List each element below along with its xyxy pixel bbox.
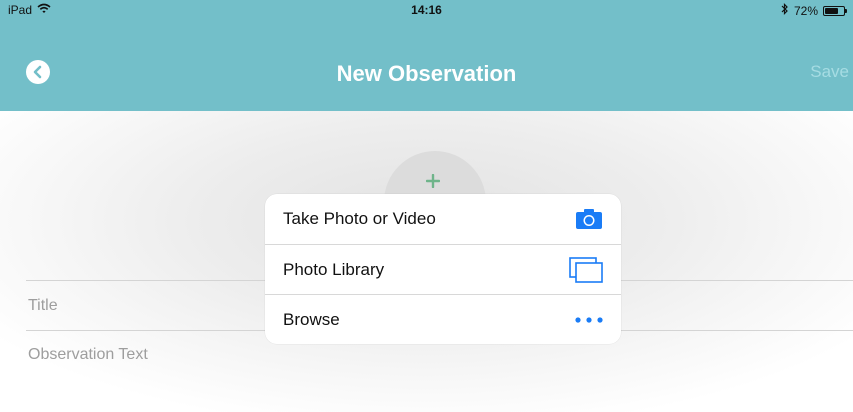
battery-level — [825, 7, 838, 14]
observation-text-field[interactable]: Observation Text — [28, 346, 148, 364]
status-bar: iPad 14:16 72% — [0, 0, 853, 20]
plus-icon — [426, 174, 440, 188]
bluetooth-icon — [781, 3, 789, 18]
title-field[interactable]: Title — [28, 297, 58, 315]
media-action-sheet: Take Photo or Video Photo Library Browse — [265, 194, 621, 344]
status-time: 14:16 — [411, 3, 442, 17]
status-right: 72% — [781, 3, 847, 18]
app-header: iPad 14:16 72% New Observation Save — [0, 0, 853, 111]
battery-icon — [823, 5, 847, 16]
browse-option[interactable]: Browse — [265, 294, 621, 344]
more-icon — [575, 316, 603, 323]
photo-library-option[interactable]: Photo Library — [265, 244, 621, 294]
battery-percent: 72% — [793, 3, 818, 18]
page-title: New Observation — [336, 61, 517, 86]
option-label: Photo Library — [283, 259, 385, 279]
camera-icon — [575, 208, 603, 230]
photo-library-icon — [569, 256, 603, 283]
option-label: Take Photo or Video — [283, 209, 436, 228]
option-label: Browse — [283, 309, 340, 329]
save-button[interactable]: Save — [810, 62, 849, 82]
take-photo-option[interactable]: Take Photo or Video — [265, 194, 621, 244]
